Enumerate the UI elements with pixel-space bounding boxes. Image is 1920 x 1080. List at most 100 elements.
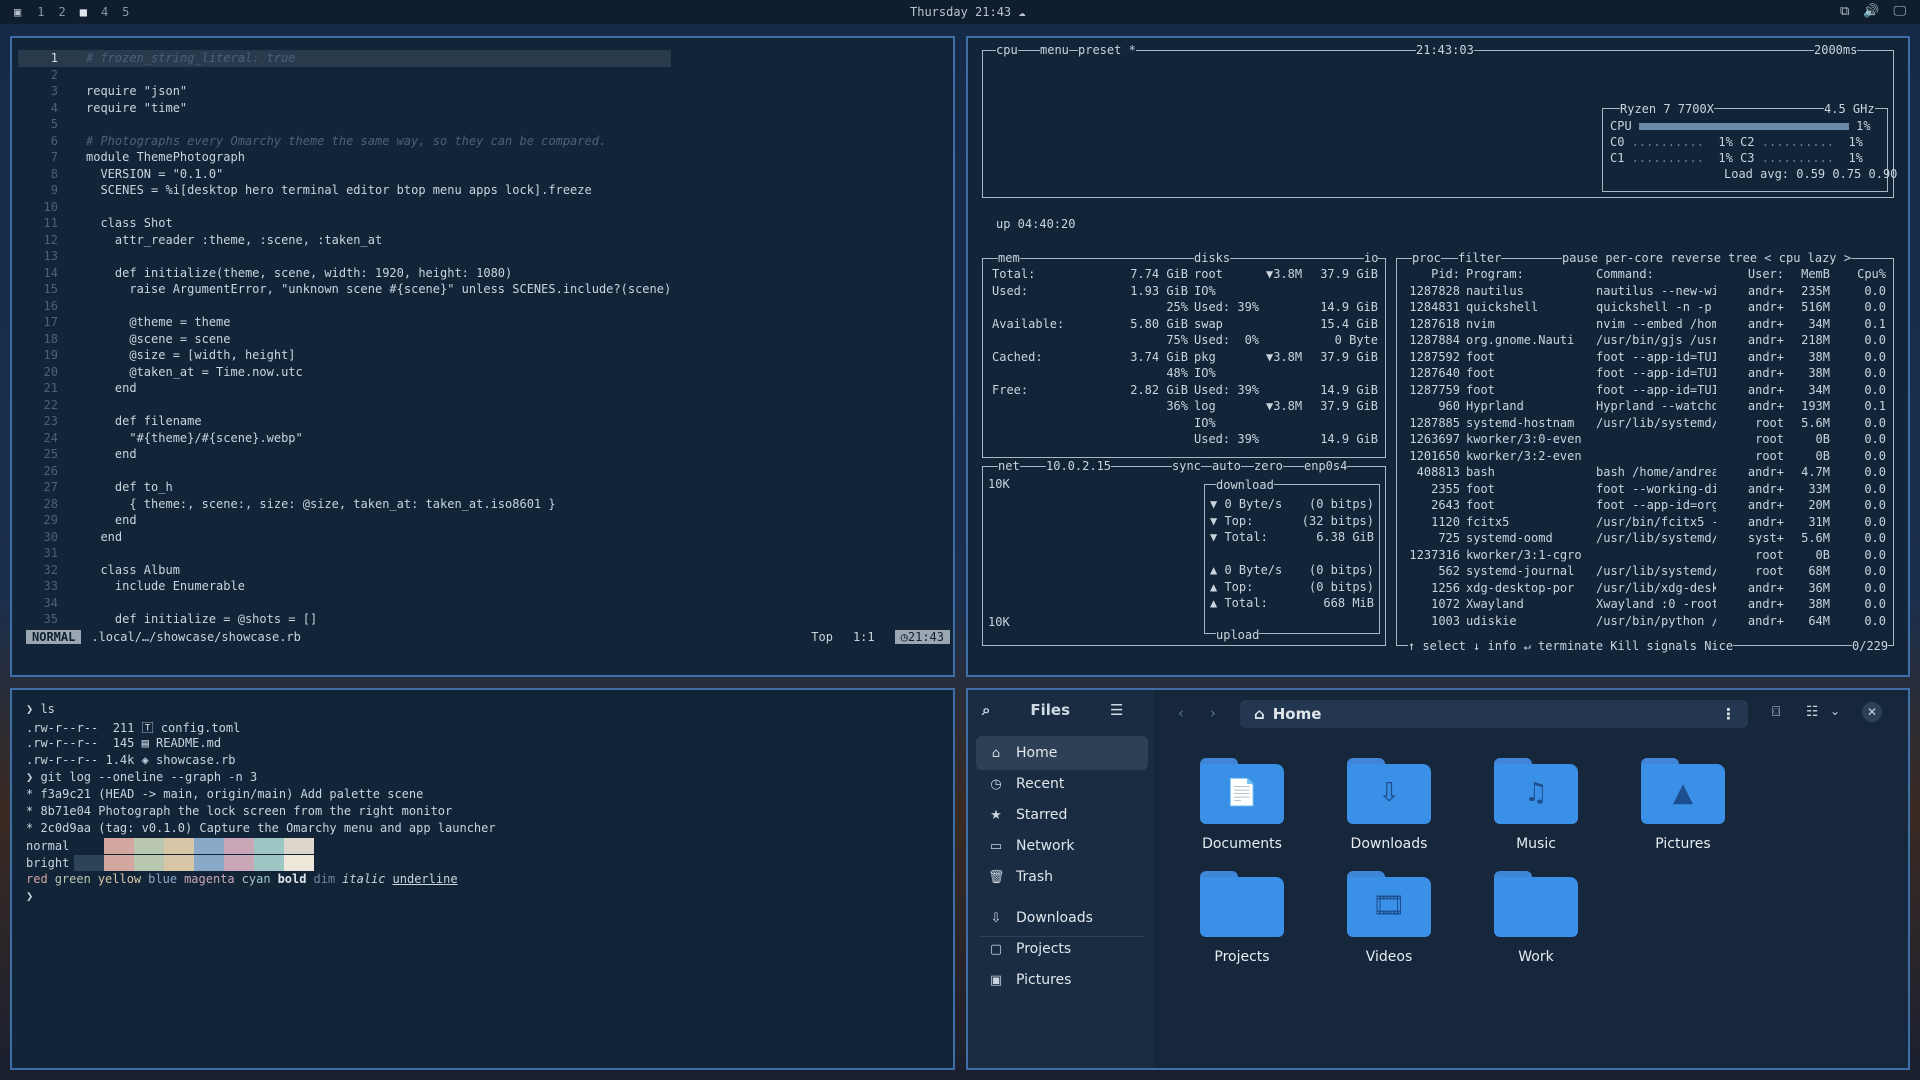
editor-window[interactable]: 1 # frozen_string_literal: true 2 3 require …	[10, 36, 955, 677]
code-line[interactable]: 19 @size = [width, height]	[18, 347, 671, 364]
sidebar-item-downloads[interactable]: ⇩ Downloads	[976, 901, 1148, 935]
code-line[interactable]: 17 @theme = theme	[18, 314, 671, 331]
window-icon[interactable]: ⧉	[1840, 4, 1849, 19]
code-buffer[interactable]: 1 # frozen_string_literal: true 2 3 require …	[18, 50, 672, 628]
code-line[interactable]: 30 end	[18, 529, 671, 546]
search-icon[interactable]: ⌕	[982, 701, 990, 719]
folder-videos[interactable]: 🎞 Videos	[1329, 871, 1449, 965]
terminal-window[interactable]: normal bright red green yellow blue magenta c…	[10, 688, 955, 1070]
net-iface[interactable]: enp0s4	[1304, 459, 1348, 473]
code-line[interactable]: 5	[18, 116, 671, 133]
folder-downloads[interactable]: ⇩ Downloads	[1329, 758, 1449, 852]
table-row: nvim --embed /home	[1596, 316, 1716, 331]
code-line[interactable]: 15 raise ArgumentError, "unknown scene #…	[18, 281, 672, 298]
code-line[interactable]: 1 # frozen_string_literal: true	[18, 50, 672, 67]
proc-footer[interactable]: ↑ select ↓ info ↵ terminate Kill signals…	[1408, 639, 1734, 653]
menu-icon[interactable]: ☰	[1110, 701, 1123, 719]
code-line[interactable]: 9 SCENES = %i[desktop hero terminal edit…	[18, 182, 671, 199]
cloud-icon: ☁	[1018, 5, 1026, 19]
omarchy-menu-icon[interactable]: ▣	[14, 5, 21, 19]
workspace-4[interactable]: 4	[101, 5, 108, 19]
code-line[interactable]: 12 attr_reader :theme, :scene, :taken_at	[18, 232, 671, 249]
code-line[interactable]: 16	[18, 298, 671, 315]
workspace-1[interactable]: 1	[37, 5, 44, 19]
sidebar-item-starred[interactable]: ★ Starred	[976, 798, 1148, 832]
code-line[interactable]: 32 class Album	[18, 562, 671, 579]
code-line[interactable]: 35 def initialize = @shots = []	[18, 611, 671, 628]
cpu-title[interactable]: cpu	[996, 43, 1018, 57]
sidebar-item-projects[interactable]: ▢ Projects	[976, 932, 1148, 966]
volume-icon[interactable]: 🔊	[1863, 4, 1879, 19]
update-interval[interactable]: 2000ms	[1814, 43, 1858, 57]
code-line[interactable]: 7 module ThemePhotograph	[18, 149, 671, 166]
workspace-3[interactable]: ■	[80, 5, 87, 19]
code-line[interactable]: 33 include Enumerable	[18, 578, 671, 595]
more-icon[interactable]: ⋮	[1721, 705, 1736, 723]
table-row: 1120	[1431, 514, 1460, 529]
workspace-2[interactable]: 2	[58, 5, 65, 19]
code-line[interactable]: 11 class Shot	[18, 215, 671, 232]
path-bar[interactable]: ⌂ Home ⋮	[1240, 700, 1748, 728]
net-title[interactable]: net	[998, 459, 1020, 473]
preset-title[interactable]: preset *	[1078, 43, 1136, 57]
code-line[interactable]: 3 require "json"	[18, 83, 671, 100]
folder-music[interactable]: ♫ Music	[1476, 758, 1596, 852]
sidebar-item-pictures[interactable]: ▣ Pictures	[976, 963, 1148, 997]
code-text: def filename	[86, 414, 202, 428]
files-header: ⌕ Files ☰	[968, 690, 1154, 730]
list-view-icon[interactable]: ☷	[1806, 704, 1819, 720]
workspace-5[interactable]: 5	[122, 5, 129, 19]
folder-work[interactable]: Work	[1476, 871, 1596, 965]
disks-title[interactable]: disks	[1194, 251, 1231, 265]
proc-options[interactable]: pause per-core reverse tree < cpu lazy >	[1562, 251, 1851, 265]
folder-projects[interactable]: Projects	[1182, 871, 1302, 965]
net-zero[interactable]: zero	[1254, 459, 1283, 473]
code-line[interactable]: 29 end	[18, 512, 671, 529]
code-line[interactable]: 2	[18, 67, 671, 84]
code-line[interactable]: 13	[18, 248, 671, 265]
proc-title[interactable]: proc	[1412, 251, 1441, 265]
camera-icon[interactable]: ⌼	[1772, 704, 1780, 720]
code-line[interactable]: 6 # Photographs every Omarchy theme the s…	[18, 133, 671, 150]
back-icon[interactable]: ‹	[1178, 704, 1184, 722]
code-line[interactable]: 10	[18, 199, 671, 216]
prompt[interactable]: ❯	[26, 889, 33, 903]
menu-title[interactable]: menu	[1040, 43, 1069, 57]
folder-documents[interactable]: 📄 Documents	[1182, 758, 1302, 852]
code-line[interactable]: 28 { theme:, scene:, size: @size, taken_…	[18, 496, 671, 513]
code-line[interactable]: 25 end	[18, 446, 671, 463]
code-line[interactable]: 20 @taken_at = Time.now.utc	[18, 364, 671, 381]
mem-title[interactable]: mem	[998, 251, 1020, 265]
files-window[interactable]: ⌕ Files ☰ ⌂ Home ◷ Recent ★ Starred ▭ Network 🗑 T…	[966, 688, 1910, 1070]
code-line[interactable]: 24 "#{theme}/#{scene}.webp"	[18, 430, 671, 447]
code-line[interactable]: 21 end	[18, 380, 671, 397]
code-line[interactable]: 27 def to_h	[18, 479, 671, 496]
sidebar-item-home[interactable]: ⌂ Home	[976, 736, 1148, 770]
table-row: 0.0	[1864, 333, 1886, 347]
net-value: (0 bitps)	[1308, 563, 1374, 577]
sidebar-item-trash[interactable]: 🗑 Trash	[976, 860, 1148, 894]
code-line[interactable]: 18 @scene = scene	[18, 331, 671, 348]
display-icon[interactable]: 🖵	[1893, 4, 1906, 19]
code-line[interactable]: 22	[18, 397, 671, 414]
code-line[interactable]: 8 VERSION = "0.1.0"	[18, 166, 671, 183]
folder-pictures[interactable]: ▲ Pictures	[1623, 758, 1743, 852]
forward-icon[interactable]: ›	[1210, 704, 1216, 722]
recent-icon: ◷	[990, 776, 1002, 792]
chevron-down-icon[interactable]: ⌄	[1830, 704, 1840, 718]
code-line[interactable]: 34	[18, 595, 671, 612]
sidebar-item-network[interactable]: ▭ Network	[976, 829, 1148, 863]
net-auto[interactable]: auto	[1212, 459, 1241, 473]
btop-window[interactable]: cpu menu preset * 21:43:03 2000ms up 04:…	[966, 36, 1910, 677]
proc-filter[interactable]: filter	[1458, 251, 1502, 265]
clock[interactable]: Thursday 21:43 ☁	[910, 5, 1026, 19]
code-line[interactable]: 31	[18, 545, 671, 562]
code-line[interactable]: 4 require "time"	[18, 100, 671, 117]
code-line[interactable]: 26	[18, 463, 671, 480]
sidebar-item-recent[interactable]: ◷ Recent	[976, 767, 1148, 801]
code-line[interactable]: 14 def initialize(theme, scene, width: 1…	[18, 265, 671, 282]
close-icon[interactable]: ✕	[1862, 702, 1882, 722]
io-title[interactable]: io	[1364, 251, 1379, 265]
code-line[interactable]: 23 def filename	[18, 413, 671, 430]
net-sync[interactable]: sync	[1172, 459, 1201, 473]
